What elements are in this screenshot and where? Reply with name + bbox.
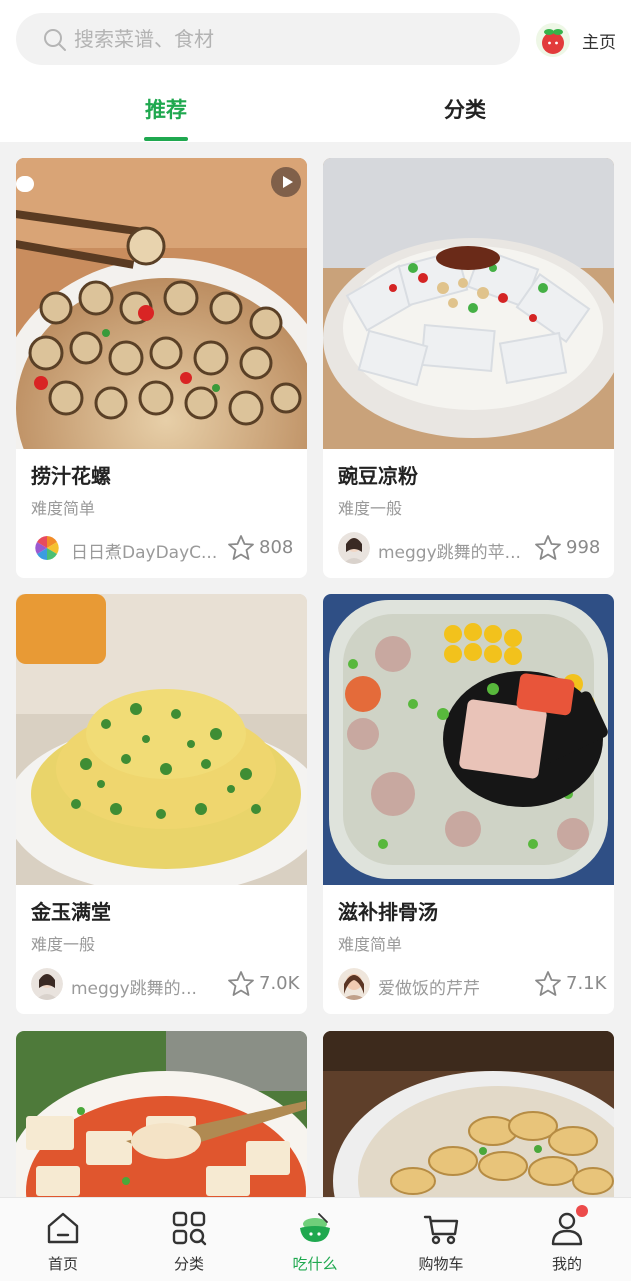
author-name[interactable]: meggy跳舞的... — [71, 974, 221, 999]
recipe-card[interactable]: 捞汁花螺 难度简单 日日煮DayDayC... 808 — [16, 158, 307, 578]
tomato-logo-icon — [536, 23, 570, 57]
active-tab-indicator — [144, 137, 188, 141]
recipe-author-row: meggy跳舞的苹... 998 — [338, 530, 600, 564]
search-icon — [44, 29, 66, 51]
author-avatar[interactable] — [338, 968, 370, 1000]
author-name[interactable]: 日日煮DayDayC... — [71, 538, 221, 563]
nav-me[interactable]: 我的 — [517, 1198, 617, 1281]
recipe-author-row: 爱做饭的芹芹 7.1K — [338, 966, 606, 1000]
recipe-title: 滋补排骨汤 — [338, 900, 438, 924]
grid-search-icon — [172, 1211, 207, 1246]
recipe-difficulty: 难度一般 — [31, 935, 96, 954]
like-count: 808 — [259, 537, 294, 558]
nav-what-to-eat[interactable]: 吃什么 — [265, 1198, 365, 1281]
recipe-title: 捞汁花螺 — [31, 464, 111, 488]
nav-category-label: 分类 — [173, 1255, 204, 1273]
recipe-author-row: meggy跳舞的... 7.0K — [31, 966, 299, 1000]
video-play-icon — [271, 167, 301, 197]
search-placeholder: 搜索菜谱、食材 — [74, 27, 214, 51]
author-name[interactable]: 爱做饭的芹芹 — [378, 974, 528, 999]
notification-dot — [576, 1205, 588, 1217]
recipe-photo — [16, 1031, 307, 1197]
star-icon[interactable] — [227, 970, 255, 998]
recipe-author-row: 日日煮DayDayC... 808 — [31, 530, 293, 564]
star-icon[interactable] — [534, 970, 562, 998]
recipe-card[interactable] — [16, 1031, 307, 1197]
recipe-photo — [16, 594, 307, 885]
recipe-photo — [323, 158, 614, 449]
bottom-navigation: 首页 分类 吃什么 购物车 我的 — [0, 1197, 631, 1281]
author-avatar[interactable] — [31, 968, 63, 1000]
recipe-photo — [16, 158, 307, 449]
home-label: 主页 — [582, 32, 616, 53]
recipe-photo — [323, 594, 614, 885]
search-bar[interactable]: 搜索菜谱、食材 — [16, 13, 520, 65]
like-count: 998 — [566, 537, 601, 558]
star-icon[interactable] — [227, 534, 255, 562]
recipe-difficulty: 难度一般 — [338, 499, 403, 518]
recipe-card[interactable]: 金玉满堂 难度一般 meggy跳舞的... 7.0K — [16, 594, 307, 1014]
home-icon — [47, 1212, 79, 1244]
bowl-icon — [300, 1213, 330, 1242]
home-link[interactable]: 主页 — [536, 20, 616, 60]
recipe-difficulty: 难度简单 — [31, 499, 96, 518]
recipe-title: 金玉满堂 — [31, 900, 111, 924]
like-count: 7.1K — [566, 973, 607, 994]
cart-icon — [423, 1215, 459, 1245]
recipe-difficulty: 难度简单 — [338, 935, 403, 954]
like-count: 7.0K — [259, 973, 300, 994]
star-icon[interactable] — [534, 534, 562, 562]
nav-category[interactable]: 分类 — [139, 1198, 239, 1281]
tab-category[interactable]: 分类 — [444, 94, 486, 124]
recipe-title: 豌豆凉粉 — [338, 464, 418, 488]
tab-bar: 推荐 分类 — [0, 84, 631, 142]
author-avatar[interactable] — [31, 532, 63, 564]
recipe-photo — [323, 1031, 614, 1197]
nav-what-to-eat-label: 吃什么 — [292, 1255, 338, 1273]
nav-cart[interactable]: 购物车 — [391, 1198, 491, 1281]
author-avatar[interactable] — [338, 532, 370, 564]
nav-home-label: 首页 — [47, 1255, 78, 1273]
top-header: 搜索菜谱、食材 主页 推荐 分类 — [0, 0, 631, 142]
nav-me-label: 我的 — [551, 1255, 582, 1273]
recipe-card[interactable]: 滋补排骨汤 难度简单 爱做饭的芹芹 7.1K — [323, 594, 614, 1014]
nav-cart-label: 购物车 — [418, 1255, 464, 1273]
nav-home[interactable]: 首页 — [13, 1198, 113, 1281]
author-name[interactable]: meggy跳舞的苹... — [378, 538, 528, 563]
recipe-card[interactable] — [323, 1031, 614, 1197]
recipe-card[interactable]: 豌豆凉粉 难度一般 meggy跳舞的苹... 998 — [323, 158, 614, 578]
tab-recommend[interactable]: 推荐 — [145, 94, 187, 124]
